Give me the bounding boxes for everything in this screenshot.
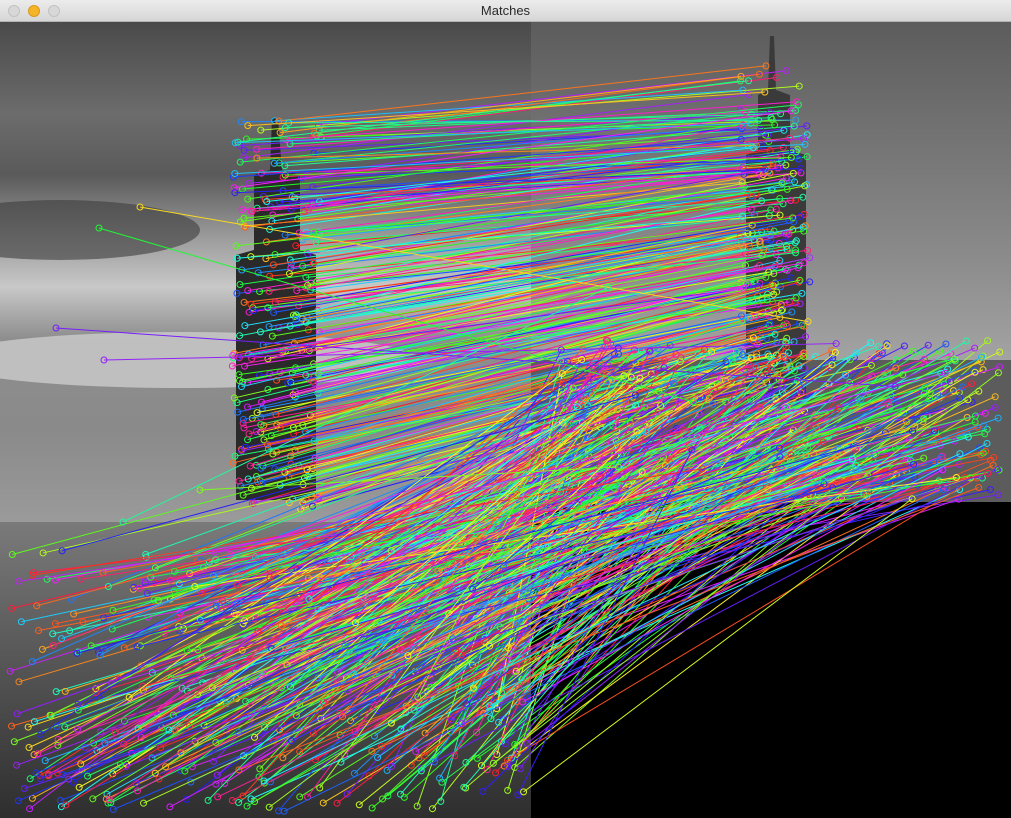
matches-canvas (0, 22, 1011, 818)
title-bar[interactable]: Matches (0, 0, 1011, 22)
window-title: Matches (480, 3, 531, 18)
matches-window: Matches (0, 0, 1011, 818)
matches-image (0, 22, 1011, 818)
